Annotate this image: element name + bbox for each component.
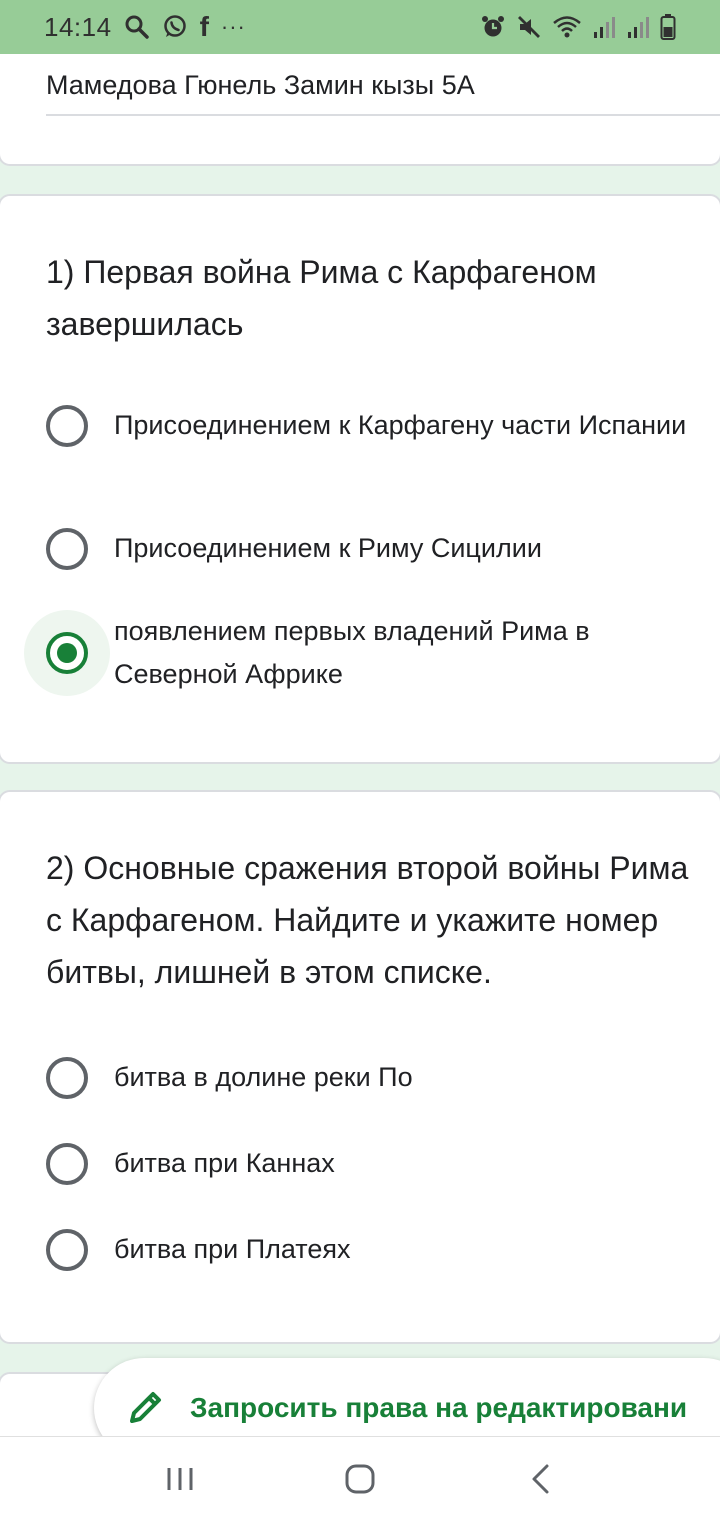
- radio-checked-icon: [46, 632, 88, 674]
- form-screen: 14:14 f ··· Мамедова Гюнель Замин кызы 5…: [0, 0, 720, 1520]
- radio-button[interactable]: [46, 1228, 88, 1271]
- question-title: 1) Первая война Рима с Карфагеном заверш…: [46, 254, 597, 342]
- answer-option[interactable]: Присоединением к Риму Сицилии: [46, 527, 700, 570]
- home-icon[interactable]: [330, 1449, 390, 1509]
- answer-option[interactable]: битва в долине реки По: [46, 1056, 700, 1099]
- alarm-icon: [480, 14, 506, 40]
- more-dots-icon: ···: [220, 14, 246, 39]
- question-title: 2) Основные сражения второй войны Рима с…: [46, 850, 689, 990]
- status-left: 14:14 f ···: [44, 11, 246, 43]
- mute-icon: [516, 14, 542, 40]
- signal-icon: [626, 14, 650, 40]
- option-label: Присоединением к Карфагену части Испании: [114, 410, 687, 440]
- battery-icon: [660, 13, 676, 41]
- respondent-name-field[interactable]: Мамедова Гюнель Замин кызы 5А: [46, 70, 475, 101]
- back-icon[interactable]: [510, 1449, 570, 1509]
- radio-unchecked-icon: [46, 1228, 88, 1271]
- radio-button[interactable]: [46, 527, 88, 570]
- radio-unchecked-icon: [46, 1142, 88, 1185]
- request-edit-label: Запросить права на редактировани: [190, 1392, 688, 1423]
- name-field-underline: [46, 114, 720, 116]
- radio-unchecked-icon: [46, 1056, 88, 1099]
- question-card-1: 1) Первая война Рима с Карфагеном заверш…: [0, 194, 720, 764]
- option-label: появлением первых владений Рима в Северн…: [114, 616, 590, 689]
- search-icon: [124, 14, 150, 40]
- status-bar: 14:14 f ···: [0, 0, 720, 54]
- option-label: битва в долине реки По: [114, 1062, 413, 1092]
- radio-button[interactable]: [24, 610, 110, 696]
- radio-unchecked-icon: [46, 527, 88, 570]
- facebook-icon: f: [199, 11, 209, 42]
- option-label: битва при Каннах: [114, 1148, 335, 1178]
- answer-option-selected[interactable]: появлением первых владений Рима в Северн…: [24, 610, 700, 696]
- answer-option[interactable]: битва при Каннах: [46, 1142, 700, 1185]
- answer-option[interactable]: Присоединением к Карфагену части Испании: [46, 404, 700, 447]
- radio-unchecked-icon: [46, 404, 88, 447]
- pencil-icon: [124, 1387, 166, 1429]
- answer-option[interactable]: битва при Платеях: [46, 1228, 700, 1271]
- wifi-icon: [552, 14, 582, 40]
- radio-button[interactable]: [46, 1056, 88, 1099]
- status-right: [480, 13, 676, 41]
- status-time: 14:14: [44, 11, 112, 42]
- radio-button[interactable]: [46, 404, 88, 447]
- radio-button[interactable]: [46, 1142, 88, 1185]
- option-label: Присоединением к Риму Сицилии: [114, 533, 542, 563]
- option-label: битва при Платеях: [114, 1234, 351, 1264]
- signal-icon: [592, 14, 616, 40]
- system-nav-bar: [0, 1436, 720, 1520]
- recent-apps-icon[interactable]: [150, 1449, 210, 1509]
- question-card-2: 2) Основные сражения второй войны Рима с…: [0, 790, 720, 1344]
- whatsapp-icon: [162, 14, 188, 40]
